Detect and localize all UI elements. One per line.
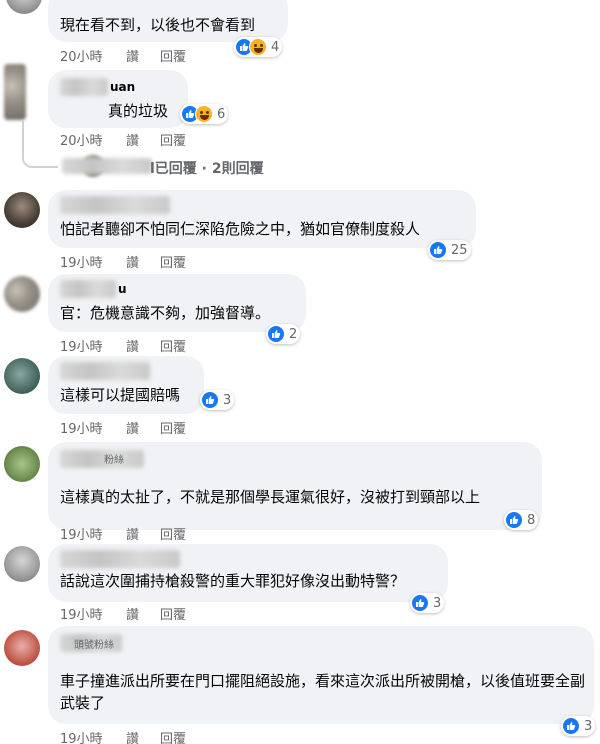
reply-link[interactable]: 回覆 bbox=[160, 130, 200, 149]
timestamp[interactable]: 19小時 bbox=[60, 336, 126, 355]
reaction-summary[interactable]: 3 bbox=[200, 390, 235, 410]
comment-meta: 19小時 讚 回覆 bbox=[60, 418, 200, 437]
author-name[interactable] bbox=[60, 196, 170, 214]
comment-meta: 20小時 讚 回覆 bbox=[60, 130, 200, 149]
comment-text: 這樣可以提國賠嗎 bbox=[60, 386, 181, 404]
avatar[interactable] bbox=[4, 64, 26, 120]
author-name-tail[interactable]: 頭號粉絲 bbox=[74, 636, 114, 651]
comment-text: 車子撞進派出所要在門口擺阻絕設施，看來這次派出所被開槍，以後值班要全副武裝了 bbox=[60, 672, 586, 712]
timestamp[interactable]: 19小時 bbox=[60, 418, 126, 437]
avatar[interactable] bbox=[6, 0, 42, 14]
avatar[interactable] bbox=[4, 546, 40, 582]
like-link[interactable]: 讚 bbox=[126, 418, 160, 437]
like-link[interactable]: 讚 bbox=[126, 728, 160, 744]
comment-meta: 19小時 讚 回覆 bbox=[60, 336, 200, 355]
like-link[interactable]: 讚 bbox=[126, 524, 160, 543]
reaction-summary[interactable]: 3 bbox=[561, 716, 596, 736]
comment-text: 官：危機意識不夠，加強督導。 bbox=[60, 304, 271, 322]
reply-link[interactable]: 回覆 bbox=[160, 728, 200, 744]
avatar[interactable] bbox=[4, 630, 40, 666]
timestamp[interactable]: 20小時 bbox=[60, 46, 126, 65]
timestamp[interactable]: 19小時 bbox=[60, 524, 126, 543]
reaction-summary[interactable]: 8 bbox=[504, 510, 539, 530]
timestamp[interactable]: 20小時 bbox=[60, 130, 126, 149]
comment-meta: 19小時 讚 回覆 bbox=[60, 728, 200, 744]
thread-connector bbox=[22, 120, 58, 168]
comment-meta: 19小時 讚 回覆 bbox=[60, 604, 200, 623]
view-replies-link[interactable]: l已回覆 · 2則回覆 bbox=[150, 158, 264, 178]
like-link[interactable]: 讚 bbox=[126, 252, 160, 271]
author-name[interactable] bbox=[60, 550, 180, 568]
comment-meta: 19小時 讚 回覆 bbox=[60, 252, 200, 271]
like-icon bbox=[562, 717, 580, 735]
reaction-summary[interactable]: 25 bbox=[428, 240, 471, 260]
reply-link[interactable]: 回覆 bbox=[160, 604, 200, 623]
comment-meta: 20小時 讚 回覆 bbox=[60, 46, 200, 65]
reaction-count: 8 bbox=[527, 512, 536, 528]
reply-author-blur bbox=[62, 158, 152, 174]
author-name[interactable] bbox=[60, 78, 108, 96]
reply-link[interactable]: 回覆 bbox=[160, 336, 200, 355]
reply-link[interactable]: 回覆 bbox=[160, 418, 200, 437]
like-icon bbox=[411, 594, 429, 612]
comment-text: 這樣真的太扯了，不就是那個學長運氣很好，沒被打到頸部以上 bbox=[60, 488, 481, 506]
comment-text: 現在看不到，以後也不會看到 bbox=[60, 16, 256, 34]
comment-meta: 19小時 讚 回覆 bbox=[60, 524, 200, 543]
timestamp[interactable]: 19小時 bbox=[60, 252, 126, 271]
like-icon bbox=[429, 241, 447, 259]
like-link[interactable]: 讚 bbox=[126, 604, 160, 623]
reaction-summary[interactable]: 2 bbox=[266, 324, 301, 344]
author-name[interactable] bbox=[60, 450, 144, 468]
avatar[interactable] bbox=[4, 276, 40, 312]
reaction-count: 4 bbox=[271, 39, 280, 55]
comment-text: 話說這次圍捕持槍殺警的重大罪犯好像沒出動特警？ bbox=[60, 572, 406, 590]
reaction-summary[interactable]: 3 bbox=[410, 593, 445, 613]
reaction-count: 3 bbox=[223, 392, 232, 408]
comment-text: 怕記者聽卻不怕同仁深陷危險之中，猶如官僚制度殺人 bbox=[60, 220, 421, 238]
haha-icon bbox=[195, 105, 213, 123]
like-link[interactable]: 讚 bbox=[126, 130, 160, 149]
like-icon bbox=[267, 325, 285, 343]
like-link[interactable]: 讚 bbox=[126, 46, 160, 65]
author-name-tail[interactable]: uan bbox=[110, 80, 135, 94]
like-icon bbox=[201, 391, 219, 409]
timestamp[interactable]: 19小時 bbox=[60, 728, 126, 744]
reaction-summary[interactable]: 6 bbox=[180, 104, 229, 124]
author-name-tail[interactable]: u bbox=[118, 282, 127, 296]
reaction-count: 25 bbox=[451, 242, 468, 258]
comment-text: 真的垃圾 bbox=[108, 102, 169, 120]
like-icon bbox=[505, 511, 523, 529]
timestamp[interactable]: 19小時 bbox=[60, 604, 126, 623]
reaction-count: 6 bbox=[217, 106, 226, 122]
haha-icon bbox=[249, 38, 267, 56]
reaction-count: 2 bbox=[289, 326, 298, 342]
reaction-summary[interactable]: 4 bbox=[234, 37, 283, 57]
reaction-count: 3 bbox=[433, 595, 442, 611]
avatar[interactable] bbox=[4, 358, 40, 394]
author-name[interactable] bbox=[60, 280, 116, 298]
avatar[interactable] bbox=[4, 446, 40, 482]
like-link[interactable]: 讚 bbox=[126, 336, 160, 355]
reaction-count: 3 bbox=[584, 718, 593, 734]
avatar[interactable] bbox=[4, 192, 40, 228]
reply-link[interactable]: 回覆 bbox=[160, 46, 200, 65]
author-name[interactable] bbox=[60, 362, 150, 380]
reply-link[interactable]: 回覆 bbox=[160, 524, 200, 543]
author-name-tail[interactable]: 粉絲 bbox=[104, 451, 124, 466]
reply-link[interactable]: 回覆 bbox=[160, 252, 200, 271]
